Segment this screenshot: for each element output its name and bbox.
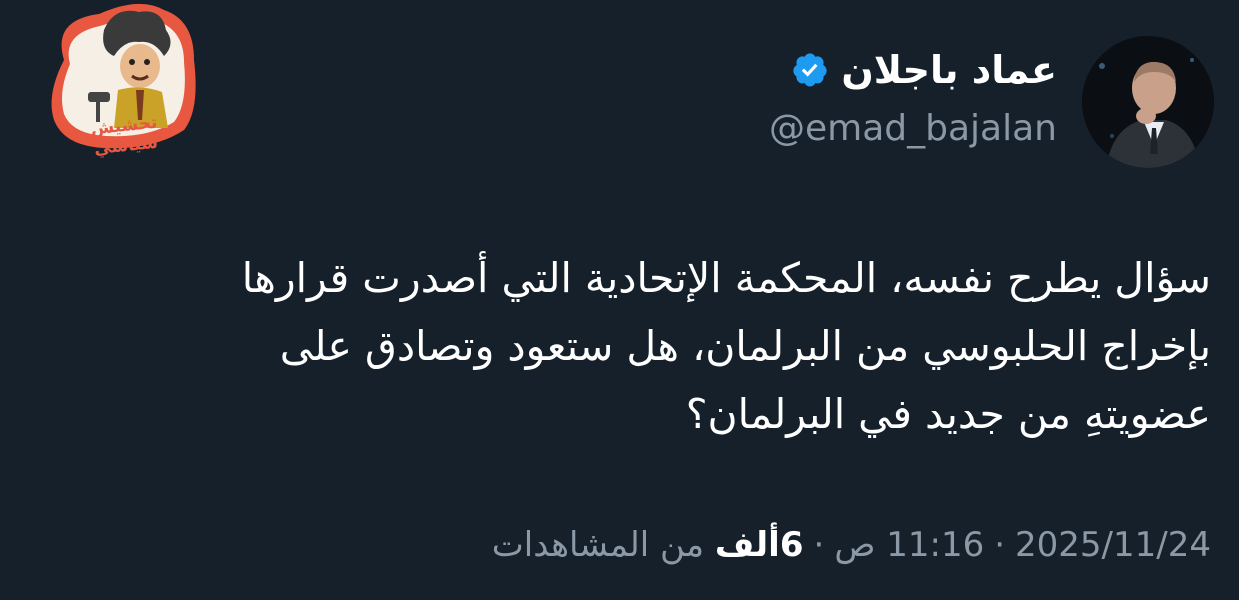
meta-separator: · (813, 525, 825, 565)
tweet-text: سؤال يطرح نفسه، المحكمة الإتحادية التي أ… (131, 244, 1211, 448)
views-count[interactable]: 6ألف (715, 525, 804, 565)
author-handle[interactable]: @emad_bajalan (769, 108, 1057, 149)
tweet-time[interactable]: 11:16 ص (834, 525, 984, 565)
tweet-text-line: بإخراج الحلبوسي من البرلمان، هل ستعود وت… (279, 322, 1211, 370)
verified-badge-icon (791, 51, 829, 89)
author-avatar[interactable] (1082, 36, 1214, 168)
tweet-text-line: سؤال يطرح نفسه، المحكمة الإتحادية التي أ… (241, 254, 1211, 302)
tweet-text-line: عضويتهِ من جديد في البرلمان؟ (685, 390, 1211, 438)
tweet-card: تحشيش سياسي عماد باجلان @emad_bajalan سؤ… (0, 0, 1239, 600)
author-name-row[interactable]: عماد باجلان (791, 48, 1057, 92)
meta-separator: · (994, 525, 1006, 565)
views-label: من المشاهدات (491, 525, 705, 565)
tweet-meta: 2025/11/24·11:16 ص·6ألف من المشاهدات (492, 525, 1211, 565)
sticker-logo: تحشيش سياسي (44, 0, 204, 159)
tweet-date[interactable]: 2025/11/24 (1015, 525, 1211, 565)
author-display-name[interactable]: عماد باجلان (841, 48, 1057, 92)
